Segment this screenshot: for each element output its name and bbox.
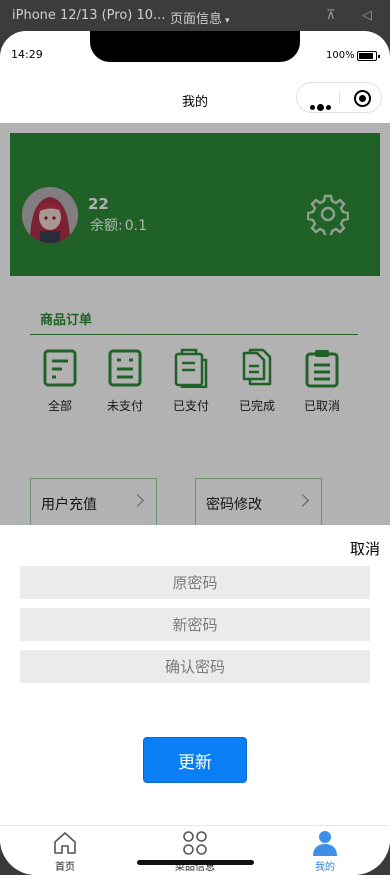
tab-home[interactable]: 首页 bbox=[25, 830, 105, 873]
cancel-button[interactable]: 取消 bbox=[350, 538, 380, 559]
menu-capsule bbox=[296, 82, 382, 113]
home-indicator bbox=[137, 860, 254, 865]
device-selector[interactable]: iPhone 12/13 (Pro) 10... bbox=[12, 8, 165, 23]
user-icon bbox=[313, 831, 337, 856]
capsule-divider bbox=[339, 91, 340, 105]
tab-mine-label: 我的 bbox=[315, 862, 335, 873]
speaker-icon[interactable]: ◁ bbox=[362, 8, 372, 23]
page-info-menu[interactable]: 页面信息 ▾ bbox=[170, 8, 230, 27]
caret-down-icon: ▾ bbox=[225, 16, 230, 26]
battery-percent: 100% bbox=[326, 50, 355, 61]
status-time: 14:29 bbox=[11, 48, 43, 61]
battery-icon bbox=[357, 51, 380, 61]
close-miniapp-icon[interactable] bbox=[354, 90, 371, 107]
grid-icon bbox=[183, 831, 207, 855]
pin-icon[interactable]: ⊼ bbox=[326, 8, 336, 23]
confirm-password-input[interactable] bbox=[20, 650, 370, 683]
home-icon bbox=[54, 832, 76, 854]
phone-frame: 14:29 100% 我的 22 余额: 0.1 商品订单 全部 未支付 已支付… bbox=[0, 31, 390, 875]
password-sheet: 取消 更新 bbox=[0, 525, 390, 794]
devtools-toolbar: iPhone 12/13 (Pro) 10... 页面信息 ▾ ⊼ ◁ bbox=[0, 0, 390, 33]
notch bbox=[90, 31, 300, 62]
new-password-input[interactable] bbox=[20, 608, 370, 641]
screen: iPhone 12/13 (Pro) 10... 页面信息 ▾ ⊼ ◁ 14:29… bbox=[0, 0, 390, 875]
more-icon[interactable] bbox=[310, 95, 333, 114]
tab-home-label: 首页 bbox=[55, 862, 75, 873]
tab-dishes[interactable]: 菜品信息 bbox=[155, 830, 235, 873]
modal-mask[interactable] bbox=[0, 123, 390, 556]
update-button[interactable]: 更新 bbox=[143, 737, 247, 783]
page-info-label: 页面信息 bbox=[170, 12, 223, 27]
tab-bar: 首页 菜品信息 我的 bbox=[0, 825, 390, 875]
old-password-input[interactable] bbox=[20, 566, 370, 599]
tab-mine[interactable]: 我的 bbox=[285, 830, 365, 873]
